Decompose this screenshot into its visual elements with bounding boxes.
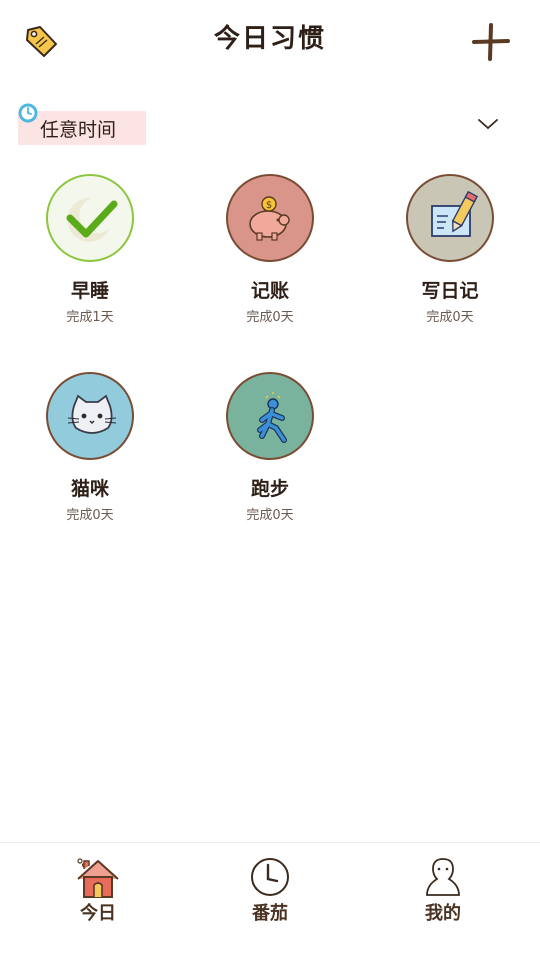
bottom-tab-bar: 今日 番茄 我的 (0, 842, 540, 961)
habit-name: 早睡 (70, 280, 109, 302)
habit-progress: 完成1天 (66, 310, 114, 325)
svg-text:$: $ (266, 200, 272, 211)
chevron-down-icon[interactable] (476, 114, 500, 134)
tab-label: 番茄 (252, 903, 288, 924)
notebook-pencil-icon (406, 174, 494, 262)
filter-label: 任意时间 (40, 119, 117, 141)
habit-card-cat[interactable]: 猫咪 完成0天 (0, 372, 180, 523)
runner-icon (226, 372, 314, 460)
habit-progress: 完成0天 (426, 310, 474, 325)
cat-icon (46, 372, 134, 460)
habit-progress: 完成0天 (246, 508, 294, 523)
time-filter[interactable]: 任意时间 (16, 103, 146, 147)
tab-label: 今日 (80, 903, 116, 924)
habit-name: 猫咪 (70, 478, 109, 500)
tab-label: 我的 (425, 903, 461, 924)
plus-icon[interactable] (472, 22, 510, 62)
habit-card-bookkeeping[interactable]: $ 记账 完成0天 (180, 174, 360, 325)
tab-mine[interactable]: 我的 (383, 855, 503, 925)
header: 今日习惯 (0, 0, 540, 80)
checkmark-icon (46, 174, 134, 262)
habit-progress: 完成0天 (246, 310, 294, 325)
habit-name: 写日记 (421, 280, 479, 302)
habit-name: 跑步 (250, 478, 289, 500)
habit-progress: 完成0天 (66, 508, 114, 523)
habit-card-diary[interactable]: 写日记 完成0天 (360, 174, 540, 325)
clock-icon (18, 103, 38, 123)
tab-pomodoro[interactable]: 番茄 (210, 855, 330, 925)
habit-name: 记账 (250, 280, 289, 302)
page-title: 今日习惯 (213, 24, 326, 54)
habit-card-running[interactable]: 跑步 完成0天 (180, 372, 360, 523)
piggy-bank-icon: $ (226, 174, 314, 262)
house-icon (74, 855, 122, 899)
person-icon (419, 855, 467, 899)
clock-icon (246, 855, 294, 899)
habit-card-early-sleep[interactable]: 早睡 完成1天 (0, 174, 180, 325)
tab-today[interactable]: 今日 (38, 855, 158, 925)
